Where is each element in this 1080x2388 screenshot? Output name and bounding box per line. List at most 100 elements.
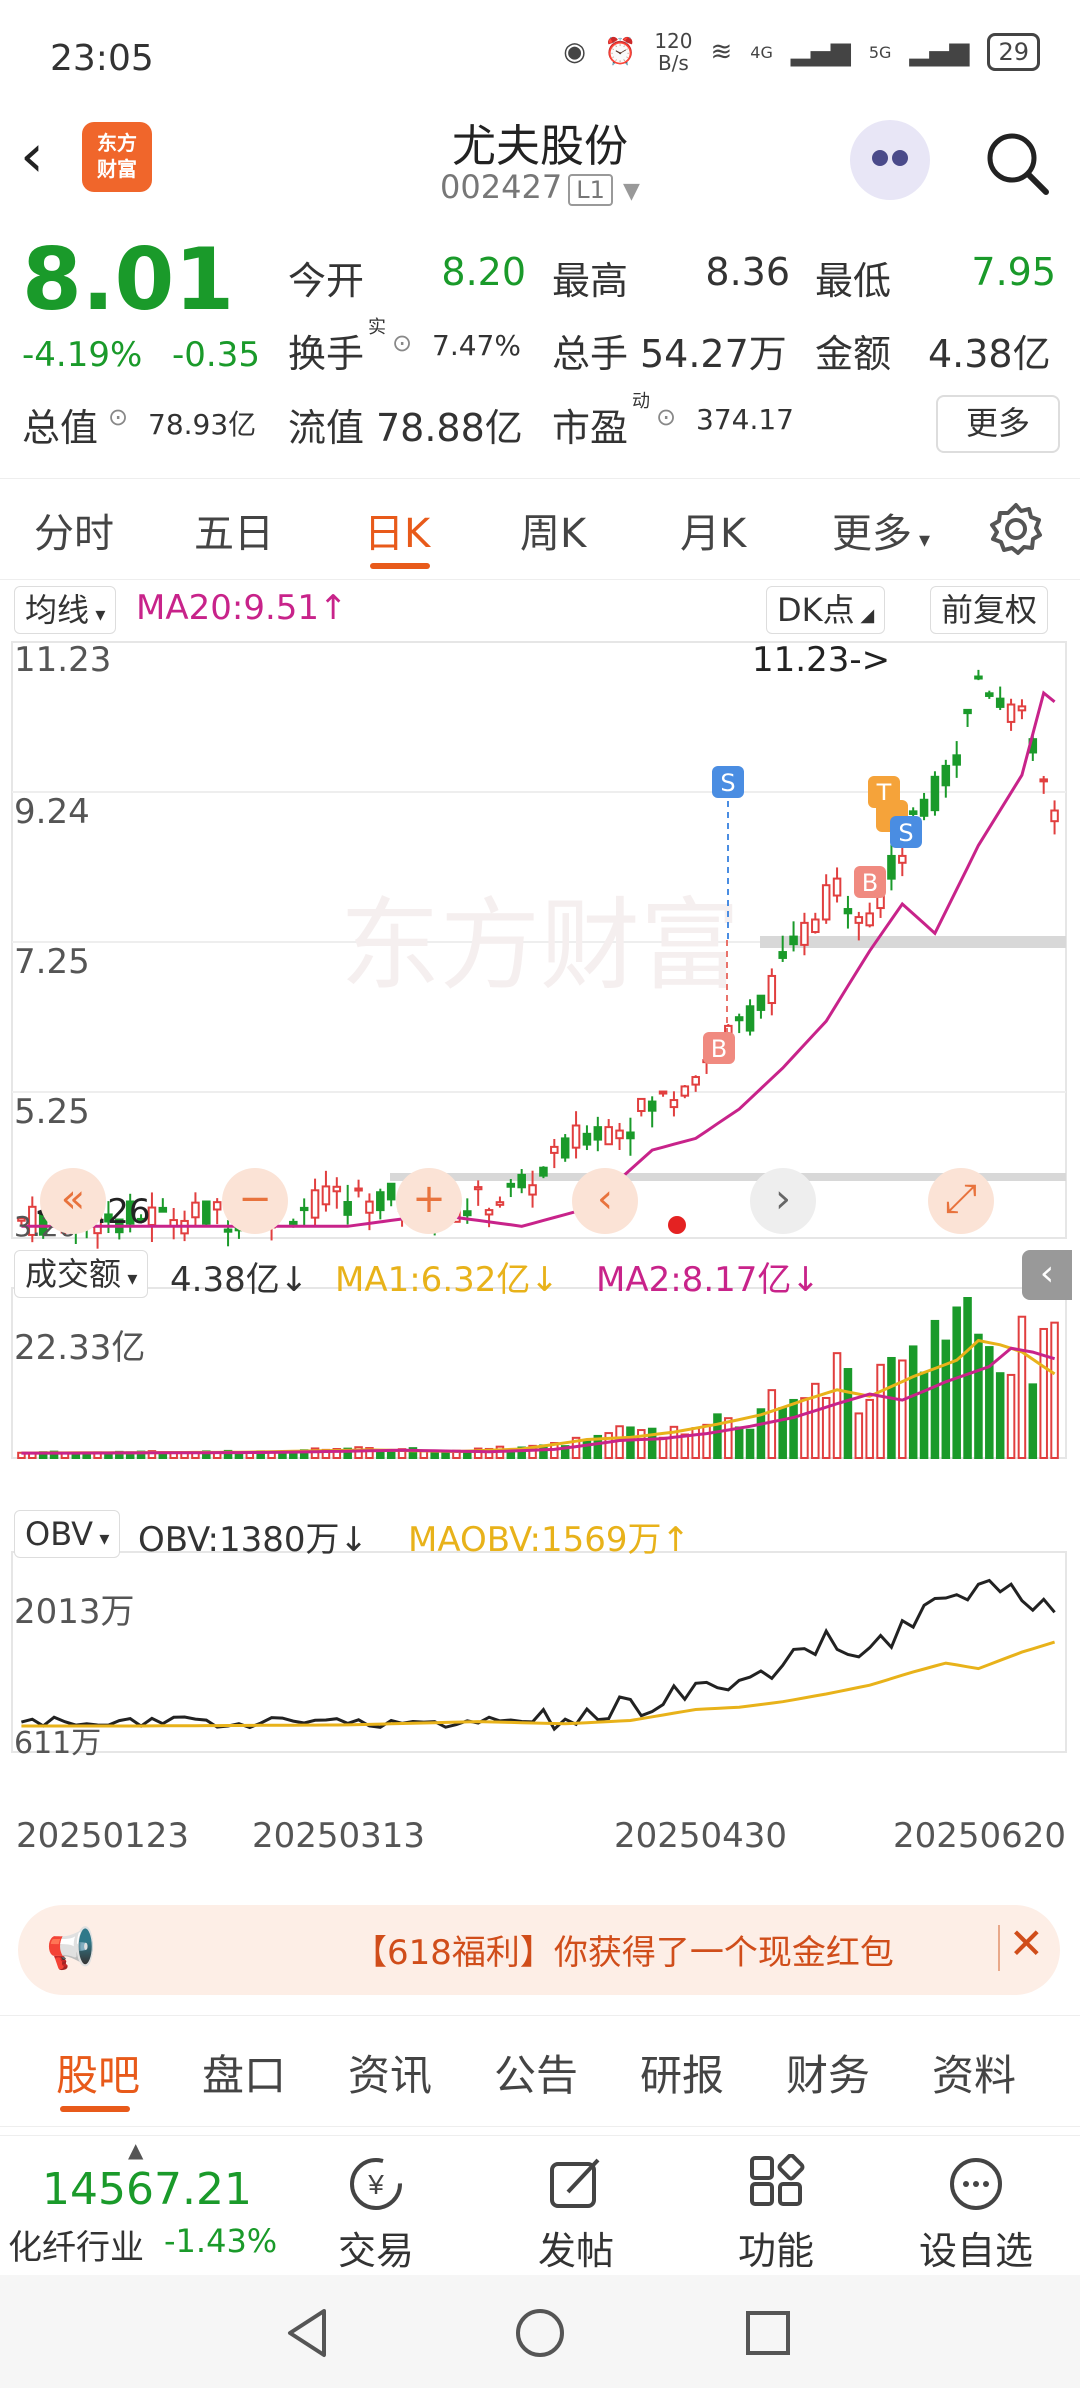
functions-button[interactable]: 功能: [706, 2153, 846, 2275]
wifi-icon: ≋: [710, 37, 733, 67]
signal-4g: 4G: [750, 42, 773, 62]
zoom-out-button[interactable]: −: [222, 1168, 288, 1234]
dk-marker-b2[interactable]: B: [854, 866, 886, 898]
add-watchlist-button[interactable]: 设自选: [906, 2154, 1046, 2275]
nav-back-icon[interactable]: [280, 2305, 336, 2361]
candle-body: [1039, 778, 1048, 783]
tab-daily-k[interactable]: 日K: [364, 501, 430, 559]
adjust-button[interactable]: 前复权: [930, 586, 1049, 634]
fullscreen-button[interactable]: ⤢: [928, 1168, 994, 1234]
megaphone-icon: 📢: [46, 1926, 96, 1972]
subtab-profile[interactable]: 资料: [932, 2042, 1016, 2103]
kline-chart-area[interactable]: 均线 ▾ MA20:9.51↑ DK点 ◢ 前复权 东方财富 B S B T S…: [0, 580, 1080, 1890]
candle-body: [376, 1191, 385, 1212]
low-value: 7.95: [971, 250, 1056, 294]
volume-bar: [941, 1339, 951, 1460]
subtab-underline: [60, 2106, 130, 2112]
candle-body: [202, 1200, 211, 1225]
maobv-line: [21, 1640, 1056, 1728]
info-icon[interactable]: ⊙: [656, 403, 676, 431]
robot-eye: [892, 150, 908, 166]
ma-select[interactable]: 均线 ▾: [14, 586, 117, 634]
current-price: 8.01: [22, 230, 235, 330]
high-label: 最高: [552, 259, 629, 303]
open-label: 今开: [288, 259, 365, 303]
scroll-left-button[interactable]: ‹: [572, 1168, 638, 1234]
assistant-avatar-icon[interactable]: [850, 120, 930, 200]
obv-select-label: OBV: [25, 1515, 94, 1553]
tab-more-label: 更多: [832, 511, 912, 557]
collapse-panel-button[interactable]: ‹: [1022, 1250, 1072, 1300]
info-icon[interactable]: ⊙: [392, 329, 412, 357]
promo-banner[interactable]: 📢 【618福利】你获得了一个现金红包 ✕: [18, 1905, 1060, 1995]
subtab-news[interactable]: 资讯: [348, 2042, 432, 2103]
candle-body: [963, 708, 972, 715]
alarm-icon: ⏰: [603, 37, 637, 67]
more-icon: [950, 2158, 1002, 2210]
industry-index[interactable]: ▲ 14567.21 化纤行业 -1.43%: [0, 2136, 300, 2276]
candle-body: [930, 775, 940, 812]
tab-intraday[interactable]: 分时: [34, 501, 114, 559]
tab-weekly-k[interactable]: 周K: [520, 501, 586, 559]
jump-start-button[interactable]: «: [40, 1168, 106, 1234]
volume-bar: [702, 1423, 711, 1460]
volume-bar: [854, 1412, 864, 1459]
candle-body: [832, 877, 842, 897]
candle-body: [495, 1201, 505, 1206]
candle-body: [463, 1210, 472, 1217]
subtab-announcements[interactable]: 公告: [494, 2042, 578, 2103]
tab-more[interactable]: 更多 ▾: [832, 501, 930, 559]
subtab-forum[interactable]: 股吧: [56, 2042, 140, 2103]
tab-five-day[interactable]: 五日: [194, 501, 274, 559]
obv-line: [21, 1578, 1056, 1732]
volume-select-label: 成交额: [25, 1255, 122, 1293]
obv-select[interactable]: OBV ▾: [14, 1510, 121, 1558]
dk-marker-s2[interactable]: S: [890, 816, 922, 848]
subtab-research[interactable]: 研报: [640, 2042, 724, 2103]
turnover-value: 7.47%: [432, 329, 521, 362]
volume-bar: [898, 1359, 907, 1460]
candle-body: [647, 1100, 657, 1112]
volume-panel-frame: [11, 1287, 1067, 1459]
volume-select[interactable]: 成交额 ▾: [14, 1250, 149, 1298]
tab-monthly-k[interactable]: 月K: [680, 501, 746, 559]
buy-marker-text: B: [862, 869, 878, 897]
subtab-financials[interactable]: 财务: [786, 2042, 870, 2103]
amount-value: 4.38亿: [928, 332, 1051, 376]
dk-points-button[interactable]: DK点 ◢: [766, 586, 886, 634]
nav-home-icon[interactable]: [512, 2305, 568, 2361]
volume-bar: [778, 1407, 787, 1460]
candle-body: [343, 1201, 352, 1216]
volume-bar: [386, 1449, 396, 1460]
volume-label: 总手: [552, 332, 629, 376]
corner-icon: ◢: [854, 605, 875, 626]
signal-icon: ▂▄▆: [790, 37, 851, 67]
subtab-orderbook[interactable]: 盘口: [202, 2042, 286, 2103]
candle-body: [604, 1126, 613, 1146]
zoom-in-button[interactable]: +: [396, 1168, 462, 1234]
obv-axis-top: 2013万: [14, 1592, 135, 1632]
info-icon[interactable]: ⊙: [108, 403, 128, 431]
date-label: 20250430: [614, 1816, 788, 1856]
volume-bar: [1028, 1383, 1038, 1459]
nav-recents-icon[interactable]: [740, 2305, 796, 2361]
arrow-up-icon: ↑: [319, 588, 348, 628]
search-icon[interactable]: [982, 128, 1052, 198]
candle-body: [658, 1090, 668, 1095]
candle-body: [919, 798, 929, 817]
high-value: 8.36: [705, 250, 790, 294]
post-button[interactable]: 发帖: [506, 2154, 646, 2275]
scroll-right-button[interactable]: ›: [750, 1168, 816, 1234]
turnover-label: 换手: [288, 332, 365, 376]
candle-body: [528, 1184, 537, 1196]
candle-body: [626, 1131, 635, 1140]
close-icon[interactable]: ✕: [1009, 1919, 1044, 1968]
eye-icon: ◉: [563, 37, 586, 67]
candle-body: [734, 1016, 744, 1022]
candle-body: [212, 1201, 222, 1211]
candle-body: [985, 692, 994, 697]
trade-button[interactable]: ¥ 交易: [306, 2154, 446, 2275]
more-button[interactable]: 更多: [936, 395, 1060, 453]
level-badge: L1: [568, 174, 613, 206]
settings-gear-icon[interactable]: [988, 501, 1044, 557]
